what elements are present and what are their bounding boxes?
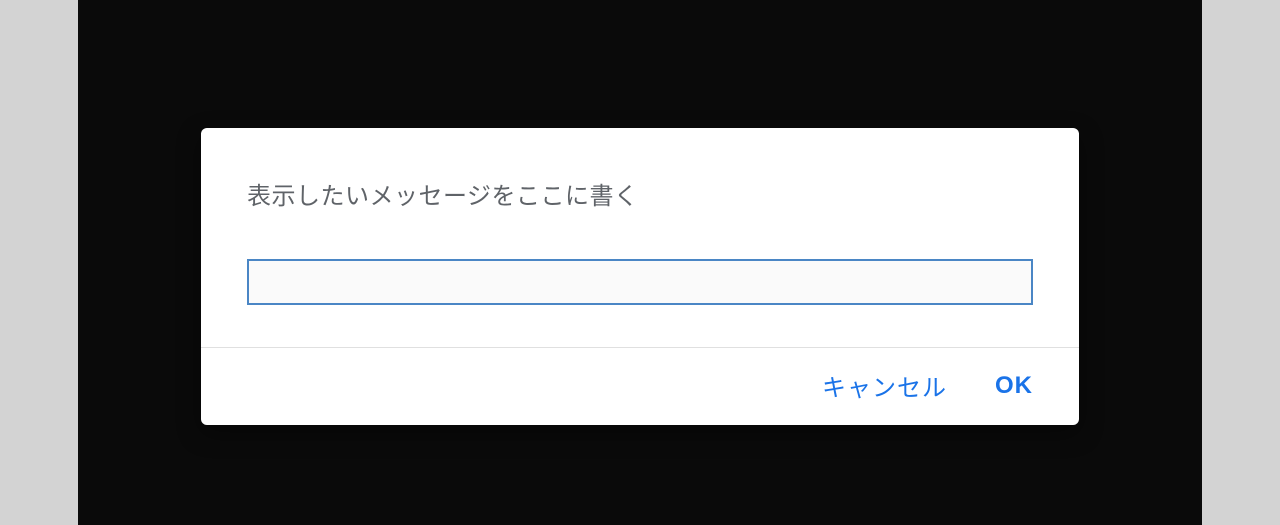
dialog-actions: キャンセル OK xyxy=(201,348,1079,425)
dialog-message: 表示したいメッセージをここに書く xyxy=(247,176,1033,211)
prompt-dialog: 表示したいメッセージをここに書く キャンセル OK xyxy=(201,128,1079,425)
cancel-button[interactable]: キャンセル xyxy=(822,368,947,403)
ok-button[interactable]: OK xyxy=(995,372,1033,400)
app-frame: 表示したいメッセージをここに書く キャンセル OK xyxy=(78,0,1202,525)
dialog-body: 表示したいメッセージをここに書く xyxy=(201,128,1079,347)
message-input[interactable] xyxy=(247,259,1033,305)
app-background: 表示したいメッセージをここに書く キャンセル OK xyxy=(78,18,1202,525)
